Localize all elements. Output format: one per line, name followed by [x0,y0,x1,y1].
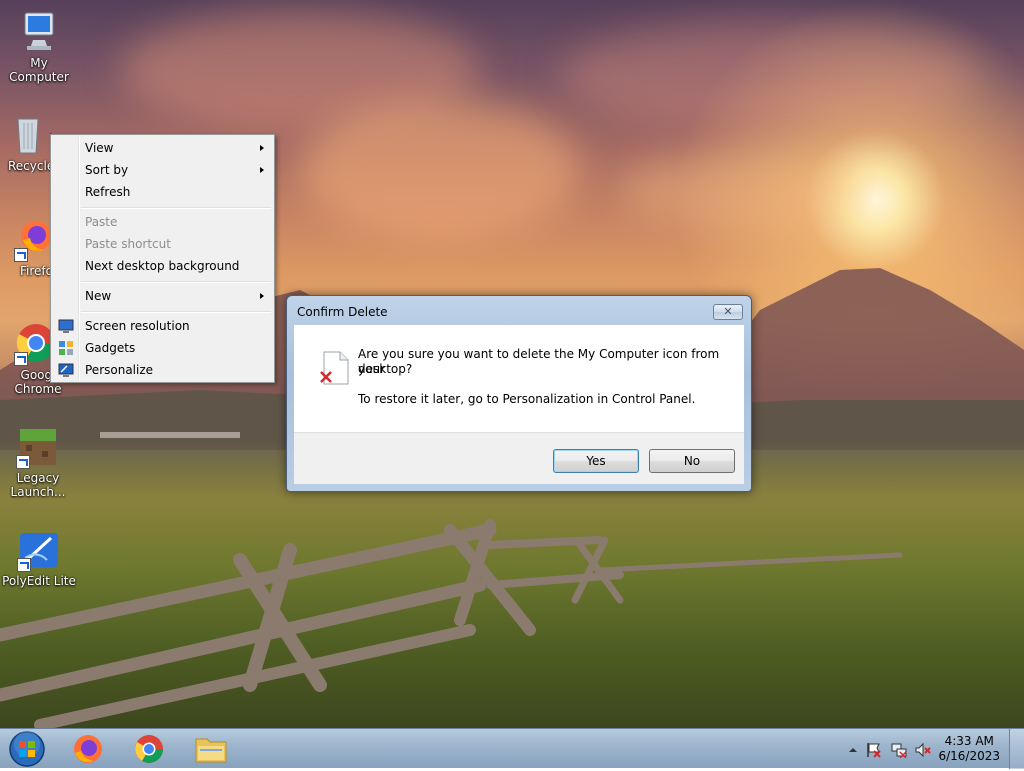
screen-resolution-icon [58,319,74,333]
desktop-icon-label: PolyEdit Lite [2,574,76,588]
desktop-icon-firefox[interactable]: Firefo [0,218,50,278]
personalize-icon [58,363,74,377]
network-icon[interactable] [891,742,907,758]
taskbar-firefox[interactable] [60,730,116,767]
action-center-flag-icon[interactable] [866,742,882,758]
desktop-icon-label-line2: Launch... [10,485,66,499]
menu-item-paste-shortcut[interactable]: Paste shortcut [53,233,272,255]
menu-item-screen-resolution[interactable]: Screen resolution [53,315,272,337]
submenu-arrow-icon [260,145,264,151]
polyedit-lite-icon [17,528,61,572]
close-button[interactable]: ✕ [713,304,743,320]
menu-separator [81,281,271,283]
menu-item-gadgets[interactable]: Gadgets [53,337,272,359]
taskbar-file-explorer[interactable] [183,730,239,767]
system-clock[interactable]: 4:33 AM 6/16/2023 [938,734,1000,764]
desktop-icon-label-line2: Chrome [14,382,62,396]
menu-item-label: Refresh [85,185,131,199]
shortcut-arrow-icon [14,352,28,366]
dialog-title: Confirm Delete [297,305,388,319]
menu-separator [81,311,271,313]
menu-item-label: View [85,141,114,155]
show-hidden-icons-arrow-icon[interactable] [845,742,861,758]
menu-item-label: Paste shortcut [85,237,171,251]
menu-separator [81,207,271,209]
menu-item-label: Gadgets [85,341,136,355]
desktop-icon-label: Recycle [8,159,55,173]
no-button[interactable]: No [649,449,735,473]
gadgets-icon [59,341,73,355]
my-computer-icon [17,10,61,54]
menu-item-label: Screen resolution [85,319,190,333]
menu-item-sort-by[interactable]: Sort by [53,159,272,181]
menu-item-next-desktop-background[interactable]: Next desktop background [53,255,272,277]
firefox-icon [74,735,102,763]
menu-item-view[interactable]: View [53,137,272,159]
volume-muted-icon[interactable] [915,742,931,758]
chrome-icon [135,735,163,763]
dialog-body: Are you sure you want to delete the My C… [294,325,744,432]
desktop-icon-label: My Computer [9,56,69,84]
menu-item-new[interactable]: New [53,285,272,307]
desktop-icon-recycle-bin[interactable]: Recycle [0,113,56,173]
menu-item-label: Sort by [85,163,129,177]
legacy-launcher-icon [16,425,60,469]
dialog-message-line2: desktop? [358,362,413,376]
start-button[interactable] [0,730,54,767]
show-desktop-button[interactable] [1009,729,1024,769]
desktop-context-menu: View Sort by Refresh Paste Paste shortcu… [50,134,275,383]
menu-item-label: Paste [85,215,118,229]
taskbar: 4:33 AM 6/16/2023 [0,728,1024,769]
submenu-arrow-icon [260,167,264,173]
desktop-icon-legacy-launcher[interactable]: Legacy Launch... [0,425,76,499]
desktop-icon-polyedit-lite[interactable]: PolyEdit Lite [1,528,77,588]
menu-item-label: Personalize [85,363,154,377]
dialog-message-line3: To restore it later, go to Personalizati… [358,392,696,406]
clock-time: 4:33 AM [944,734,994,748]
desktop-icon-label-line1: Legacy [16,471,60,485]
menu-item-label: Next desktop background [85,259,240,273]
shortcut-arrow-icon [16,455,30,469]
desktop-icon-label: Firefo [20,264,50,278]
close-icon: ✕ [723,305,733,318]
dialog-footer: Yes No [294,432,744,484]
menu-item-label: New [85,289,112,303]
firefox-icon [14,218,50,262]
clock-date: 6/16/2023 [938,749,1000,763]
shortcut-arrow-icon [17,558,31,572]
windows-start-icon [9,731,45,767]
shortcut-arrow-icon [14,248,28,262]
confirm-delete-dialog: Confirm Delete ✕ Are you sure you want t… [286,295,752,492]
menu-item-personalize[interactable]: Personalize [53,359,272,381]
yes-button[interactable]: Yes [553,449,639,473]
desktop-icon-my-computer[interactable]: My Computer [1,10,77,84]
taskbar-google-chrome[interactable] [121,730,177,767]
recycle-bin-icon [6,113,50,157]
fence-illustration [0,519,903,728]
folder-icon [195,738,227,763]
menu-item-refresh[interactable]: Refresh [53,181,272,203]
file-delete-icon [320,351,349,385]
menu-item-paste[interactable]: Paste [53,211,272,233]
submenu-arrow-icon [260,293,264,299]
dialog-message-line1: Are you sure you want to delete the My C… [358,347,720,376]
